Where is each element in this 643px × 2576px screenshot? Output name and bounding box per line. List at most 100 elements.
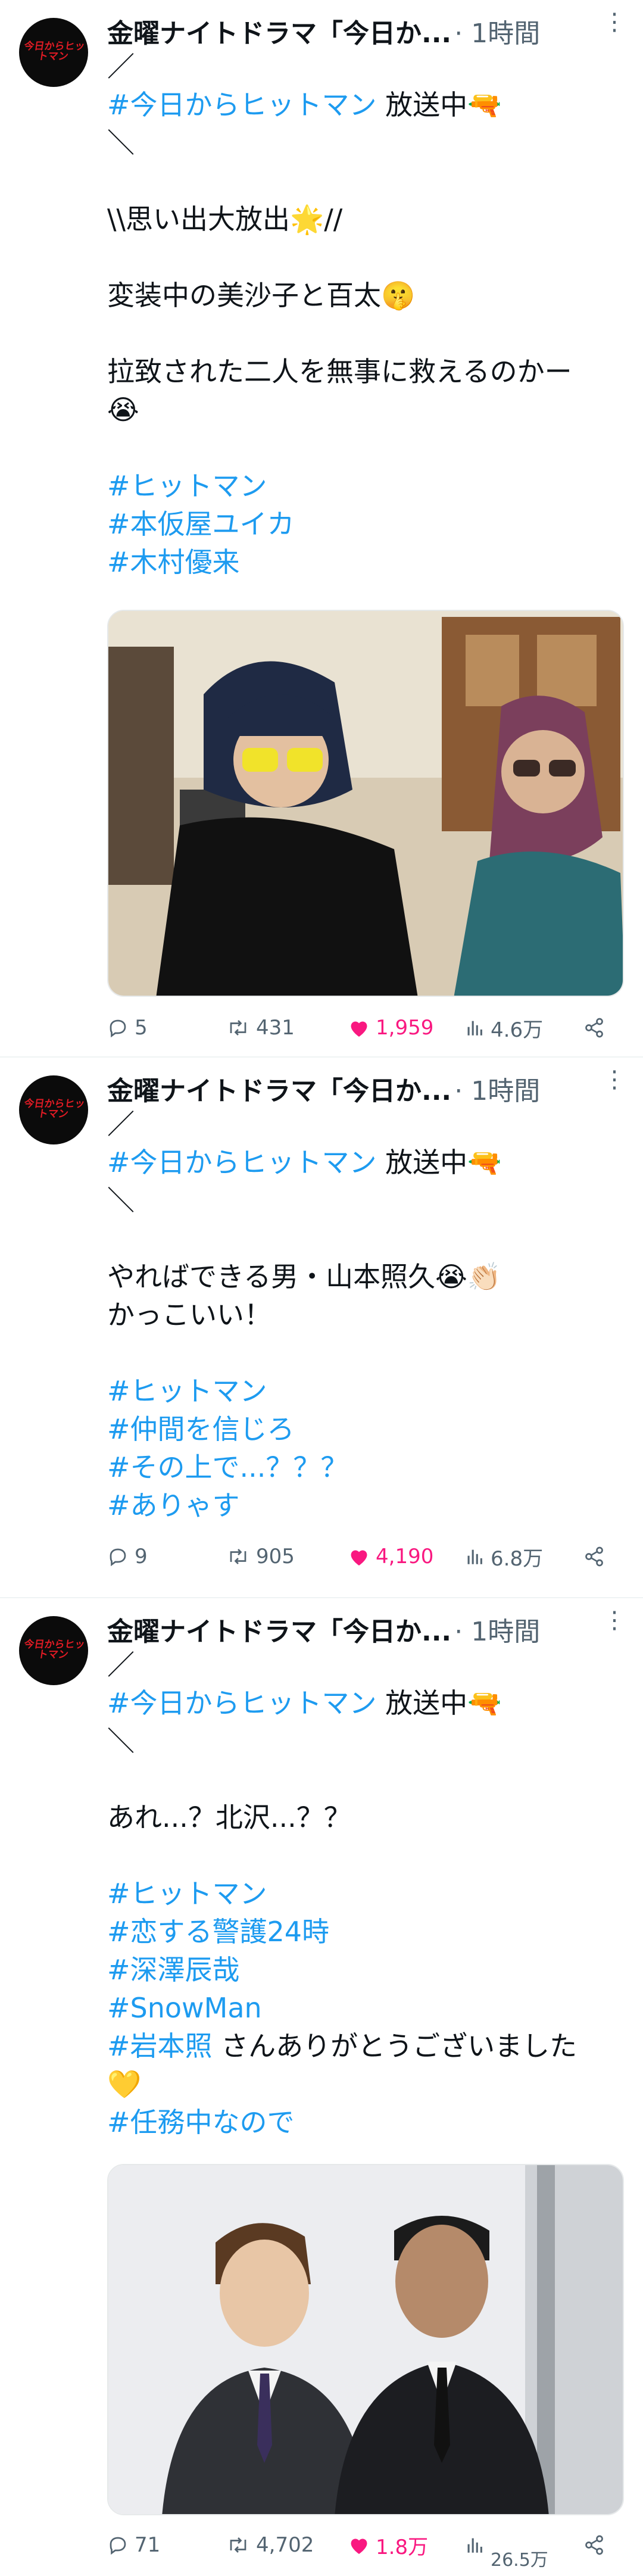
tweet-text-line: #本仮屋ユイカ — [107, 505, 619, 543]
tweet-1[interactable]: 今日からヒットマン 金曜ナイトドラマ「今日か... · 1時間 ⋮ ／ #今日から… — [0, 0, 643, 1058]
hashtag-link[interactable]: #今日からヒットマン — [107, 89, 377, 121]
tweet-text-line: あれ...？北沢...？？ — [107, 1801, 351, 1833]
share-icon — [585, 1546, 603, 1567]
hashtag-link[interactable]: #木村優来 — [107, 546, 240, 578]
avatar-logo-text: 今日からヒットマン — [23, 1639, 86, 1661]
hashtag-link[interactable]: #仲間を信じろ — [107, 1413, 295, 1445]
share-button[interactable] — [583, 1010, 605, 1046]
tweet-text-line — [107, 314, 619, 353]
retweet-button[interactable]: 905 — [226, 1539, 295, 1574]
hashtag-link[interactable]: #今日からヒットマン — [107, 1146, 377, 1178]
hashtag-link[interactable]: #岩本照 — [107, 2030, 213, 2062]
tweet-text-line: #任務中なので — [107, 2103, 619, 2141]
action-bar: 71 4,702 1.8万 26.5万 — [107, 2527, 619, 2571]
reply-button[interactable]: 71 — [107, 2527, 160, 2563]
tweet-text-line: #深澤辰哉 — [107, 1951, 619, 1989]
views-icon — [467, 1549, 482, 1564]
view-count: 26.5万 — [491, 2550, 548, 2571]
tweet-text-line: #木村優来 — [107, 543, 619, 581]
retweet-icon — [230, 1020, 246, 1036]
heart-icon — [351, 1550, 367, 1565]
share-icon — [585, 2535, 603, 2555]
tweet-text-line: 😭 — [107, 394, 139, 426]
tweet-header: 金曜ナイトドラマ「今日か... · 1時間 — [107, 1610, 619, 1647]
hashtag-link[interactable]: #任務中なので — [107, 2106, 295, 2138]
like-count: 4,190 — [376, 1545, 434, 1568]
hashtag-link[interactable]: #深澤辰哉 — [107, 1954, 240, 1986]
heart-icon — [351, 1021, 367, 1037]
tweet-text-line: ＼ — [107, 1725, 135, 1757]
like-button[interactable]: 1,959 — [348, 1010, 433, 1046]
avatar[interactable]: 今日からヒットマン — [19, 1075, 88, 1144]
tweet-3[interactable]: 今日からヒットマン 金曜ナイトドラマ「今日か... · 1時間 ⋮ ／ #今日から… — [0, 1598, 643, 2576]
view-count: 4.6万 — [491, 1018, 544, 1042]
photo-two-men-suits — [108, 2165, 623, 2514]
reply-count: 5 — [135, 1016, 148, 1040]
tweet-text-line: ＼ — [107, 127, 135, 159]
tweet-text-line: 💛 — [107, 2068, 142, 2100]
tweet-text-line — [107, 1760, 619, 1798]
like-button[interactable]: 1.8万 — [348, 2527, 428, 2563]
tweet-text-span: さんありがとうございました — [212, 2030, 578, 2062]
timestamp[interactable]: · 1時間 — [454, 1617, 540, 1647]
hashtag-link[interactable]: #今日からヒットマン — [107, 1687, 377, 1719]
view-count: 6.8万 — [491, 1546, 544, 1571]
share-button[interactable] — [583, 2527, 605, 2563]
tweet-text-span: 放送中🔫 — [376, 1146, 502, 1178]
tweet-text-line: ／ — [107, 51, 135, 83]
retweet-icon — [230, 1549, 246, 1564]
tweet-text-line — [107, 429, 619, 467]
tweet-text-line — [107, 238, 619, 276]
reply-count: 9 — [135, 1545, 148, 1568]
reply-button[interactable]: 9 — [107, 1539, 148, 1574]
tweet-text-line: \\思い出大放出🌟// — [107, 203, 343, 235]
tweet-text-line: #今日からヒットマン 放送中🔫 — [107, 1684, 619, 1722]
hashtag-link[interactable]: #ヒットマン — [107, 470, 267, 502]
author-name[interactable]: 金曜ナイトドラマ「今日か... — [107, 18, 451, 49]
tweet-header: 金曜ナイトドラマ「今日か... · 1時間 — [107, 12, 619, 49]
views-button[interactable]: 4.6万 — [464, 1010, 543, 1046]
photo-disguised-pair — [108, 611, 623, 996]
tweet-text-line: #ヒットマン — [107, 1875, 619, 1913]
tweet-header: 金曜ナイトドラマ「今日か... · 1時間 — [107, 1069, 619, 1106]
tweet-text-line: #その上で...？？？ — [107, 1448, 619, 1486]
tweet-text-line: #SnowMan — [107, 1989, 619, 2027]
avatar[interactable]: 今日からヒットマン — [19, 1616, 88, 1685]
retweet-button[interactable]: 431 — [226, 1010, 295, 1046]
tweet-text-line: 拉致された二人を無事に救えるのかー — [107, 355, 572, 388]
hashtag-link[interactable]: #SnowMan — [107, 1992, 262, 2024]
avatar-logo-text: 今日からヒットマン — [23, 1098, 86, 1120]
hashtag-link[interactable]: #ありゃす — [107, 1489, 240, 1521]
more-options-icon[interactable]: ⋮ — [603, 1607, 626, 1634]
like-button[interactable]: 4,190 — [348, 1539, 433, 1574]
more-options-icon[interactable]: ⋮ — [603, 8, 626, 36]
views-button[interactable]: 6.8万 — [464, 1539, 543, 1574]
hashtag-link[interactable]: #その上で...？？？ — [107, 1451, 348, 1483]
hashtag-link[interactable]: #恋する警護24時 — [107, 1916, 329, 1948]
tweet-text-line: #岩本照 さんありがとうございました — [107, 2027, 619, 2065]
avatar-logo-text: 今日からヒットマン — [23, 40, 86, 63]
tweet-photo[interactable] — [107, 2164, 624, 2515]
tweet-text-line — [107, 1836, 619, 1875]
reply-icon — [110, 1019, 126, 1038]
avatar[interactable]: 今日からヒットマン — [19, 18, 88, 87]
share-button[interactable] — [583, 1539, 605, 1574]
author-name[interactable]: 金曜ナイトドラマ「今日か... — [107, 1617, 451, 1647]
reply-button[interactable]: 5 — [107, 1010, 148, 1046]
retweet-count: 4,702 — [256, 2533, 314, 2557]
more-options-icon[interactable]: ⋮ — [603, 1066, 626, 1093]
retweet-count: 905 — [256, 1545, 295, 1568]
views-button[interactable]: 26.5万 — [464, 2527, 548, 2571]
hashtag-link[interactable]: #ヒットマン — [107, 1375, 267, 1407]
tweet-photo[interactable] — [107, 610, 624, 997]
tweet-text-line: #恋する警護24時 — [107, 1913, 619, 1951]
hashtag-link[interactable]: #本仮屋ユイカ — [107, 508, 295, 540]
heart-icon — [351, 2538, 367, 2554]
retweet-button[interactable]: 4,702 — [226, 2527, 314, 2563]
tweet-2[interactable]: 今日からヒットマン 金曜ナイトドラマ「今日か... · 1時間 ⋮ ／ #今日から… — [0, 1058, 643, 1598]
timestamp[interactable]: · 1時間 — [454, 1076, 540, 1106]
tweet-text: ／ #今日からヒットマン 放送中🔫 ＼ あれ...？北沢...？？ #ヒットマン #恋する… — [107, 1646, 619, 2141]
author-name[interactable]: 金曜ナイトドラマ「今日か... — [107, 1076, 451, 1106]
timestamp[interactable]: · 1時間 — [454, 18, 540, 49]
hashtag-link[interactable]: #ヒットマン — [107, 1878, 267, 1910]
